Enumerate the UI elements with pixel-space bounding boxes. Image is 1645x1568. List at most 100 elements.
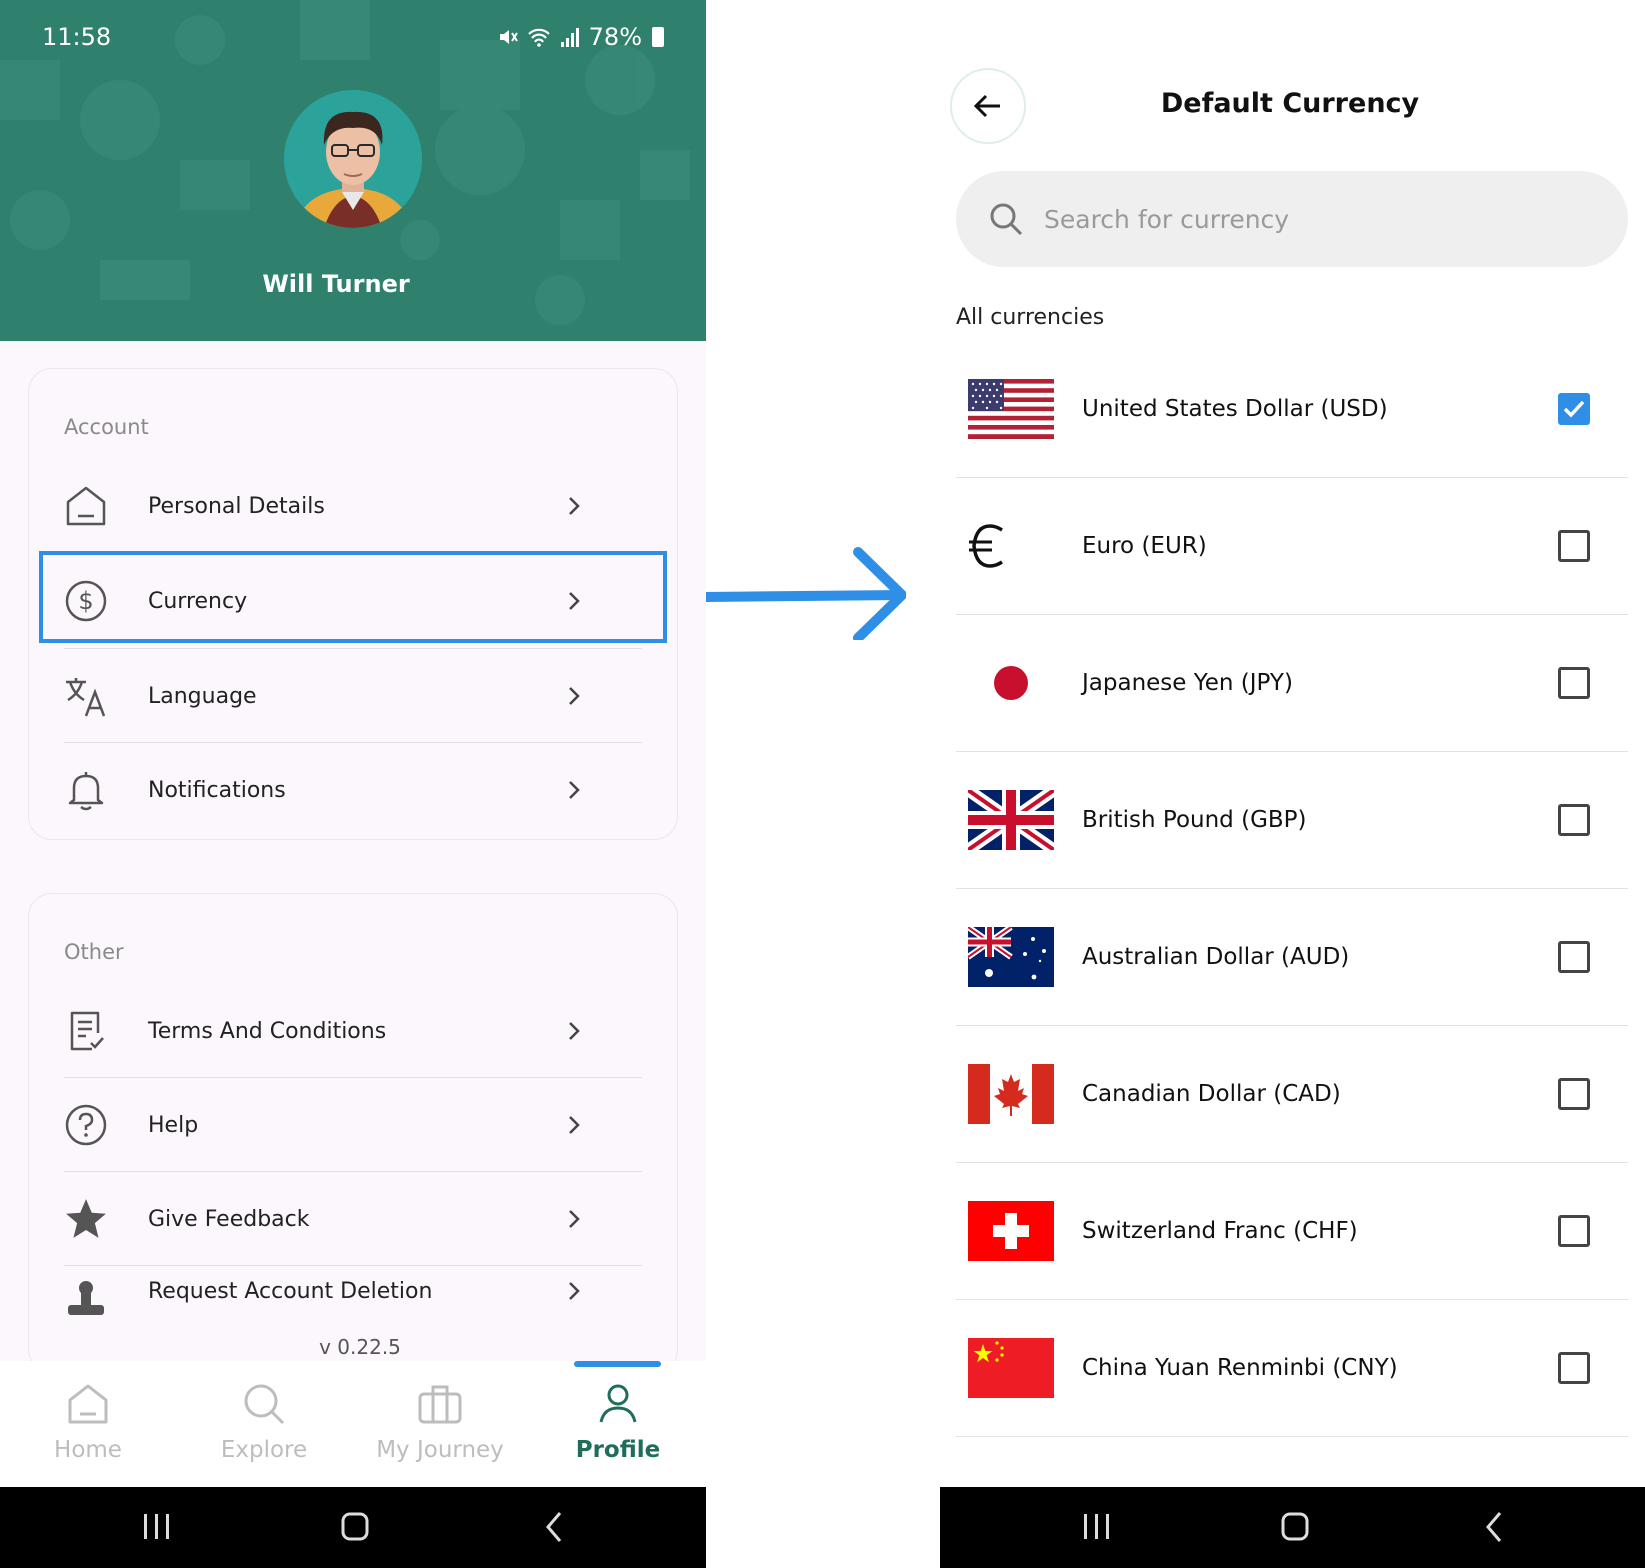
avatar-portrait [284,90,422,228]
transition-arrow-icon [706,547,906,640]
chevron-right-icon [569,1116,580,1134]
currency-search[interactable] [956,171,1628,267]
canada-flag-icon [968,1064,1054,1124]
briefcase-icon [352,1377,528,1431]
checkbox-unchecked[interactable] [1558,667,1590,699]
currency-highlight-box [39,551,667,643]
divider [64,648,642,649]
active-tab-indicator [574,1361,661,1367]
chevron-right-icon [569,781,580,799]
system-nav-bar [0,1487,706,1568]
wifi-icon [527,28,550,47]
menu-item-label: Language [148,683,257,709]
currency-row-aud[interactable]: Australian Dollar (AUD) [956,889,1628,1026]
japan-flag-icon [968,653,1054,713]
checkbox-unchecked[interactable] [1558,941,1590,973]
checkbox-unchecked[interactable] [1558,804,1590,836]
chevron-right-icon [569,1210,580,1228]
china-flag-icon [968,1338,1054,1398]
section-label: All currencies [956,305,1105,330]
avatar[interactable] [284,90,422,228]
nav-label: My Journey [376,1437,504,1463]
switzerland-flag-icon [968,1201,1054,1261]
currency-label: Canadian Dollar (CAD) [1082,1081,1341,1107]
nav-label: Profile [575,1437,661,1463]
nav-label: Home [54,1437,122,1463]
currency-row-cny[interactable]: China Yuan Renminbi (CNY) [956,1300,1628,1437]
back-nav-icon[interactable] [1486,1512,1502,1542]
menu-item-label: Help [148,1112,199,1138]
account-section-title: Account [64,415,149,439]
currency-label: China Yuan Renminbi (CNY) [1082,1355,1398,1381]
checkbox-unchecked[interactable] [1558,1215,1590,1247]
checkbox-unchecked[interactable] [1558,1352,1590,1384]
menu-item-help[interactable]: Help [36,1079,642,1171]
divider [64,1171,642,1172]
menu-item-notifications[interactable]: Notifications [36,744,642,836]
back-nav-icon[interactable] [546,1512,562,1542]
menu-item-label: Terms And Conditions [148,1018,387,1044]
currency-row-chf[interactable]: Switzerland Franc (CHF) [956,1163,1628,1300]
profile-header: 11:58 78% Will Turner [0,0,706,341]
person-icon [530,1377,706,1431]
currency-label: British Pound (GBP) [1082,807,1307,833]
nav-profile[interactable]: Profile [530,1377,706,1477]
stamp-icon [56,1279,116,1327]
chevron-right-icon [569,497,580,515]
search-input[interactable] [1044,204,1604,234]
us-flag-icon [968,379,1054,439]
chevron-right-icon [569,1282,580,1300]
australia-flag-icon [968,927,1054,987]
nav-my-journey[interactable]: My Journey [352,1377,528,1477]
battery-percent: 78% [588,23,642,51]
check-icon [1563,400,1585,418]
status-bar: 11:58 78% [42,20,664,54]
page-title: Default Currency [1160,88,1420,119]
chevron-right-icon [569,1022,580,1040]
battery-icon [652,27,664,47]
app-version: v 0.22.5 [319,1335,401,1359]
currency-row-usd[interactable]: United States Dollar (USD) [956,341,1628,478]
nav-explore[interactable]: Explore [176,1377,352,1477]
menu-item-language[interactable]: Language [36,650,642,742]
menu-item-label: Request Account Deletion [148,1279,433,1304]
checkbox-checked[interactable] [1558,393,1590,425]
chevron-right-icon [569,687,580,705]
divider [64,1077,642,1078]
menu-item-personal-details[interactable]: Personal Details [36,460,642,552]
divider [64,742,642,743]
menu-item-terms[interactable]: Terms And Conditions [36,985,642,1077]
currency-label: United States Dollar (USD) [1082,396,1388,422]
home-button-icon[interactable] [1281,1512,1309,1541]
bell-icon [56,760,116,820]
nav-home[interactable]: Home [0,1377,176,1477]
currency-row-jpy[interactable]: Japanese Yen (JPY) [956,615,1628,752]
home-icon [56,476,116,536]
home-button-icon[interactable] [341,1512,369,1541]
checkbox-unchecked[interactable] [1558,1078,1590,1110]
menu-item-label: Give Feedback [148,1206,310,1232]
currency-row-cad[interactable]: Canadian Dollar (CAD) [956,1026,1628,1163]
back-button[interactable] [950,68,1026,144]
document-check-icon [56,1001,116,1061]
profile-screen: 11:58 78% Will Turner Account Personal D… [0,0,706,1568]
menu-item-request-account-deletion[interactable]: Request Account Deletion [36,1267,642,1327]
nav-label: Explore [220,1437,308,1463]
currency-label: Japanese Yen (JPY) [1082,670,1293,696]
menu-item-label: Notifications [148,777,286,803]
menu-item-label: Personal Details [148,493,325,519]
translate-icon [56,666,116,726]
recents-icon[interactable] [1084,1514,1109,1539]
currency-label: Switzerland Franc (CHF) [1082,1218,1358,1244]
star-icon [56,1189,116,1249]
euro-sign-icon [968,516,1054,576]
menu-item-give-feedback[interactable]: Give Feedback [36,1173,642,1265]
recents-icon[interactable] [144,1514,169,1539]
status-time: 11:58 [42,23,112,51]
search-icon [990,203,1023,236]
currency-row-eur[interactable]: Euro (EUR) [956,478,1628,615]
currency-row-gbp[interactable]: British Pound (GBP) [956,752,1628,889]
arrow-left-icon [973,94,1000,118]
currency-label: Australian Dollar (AUD) [1082,944,1350,970]
checkbox-unchecked[interactable] [1558,530,1590,562]
